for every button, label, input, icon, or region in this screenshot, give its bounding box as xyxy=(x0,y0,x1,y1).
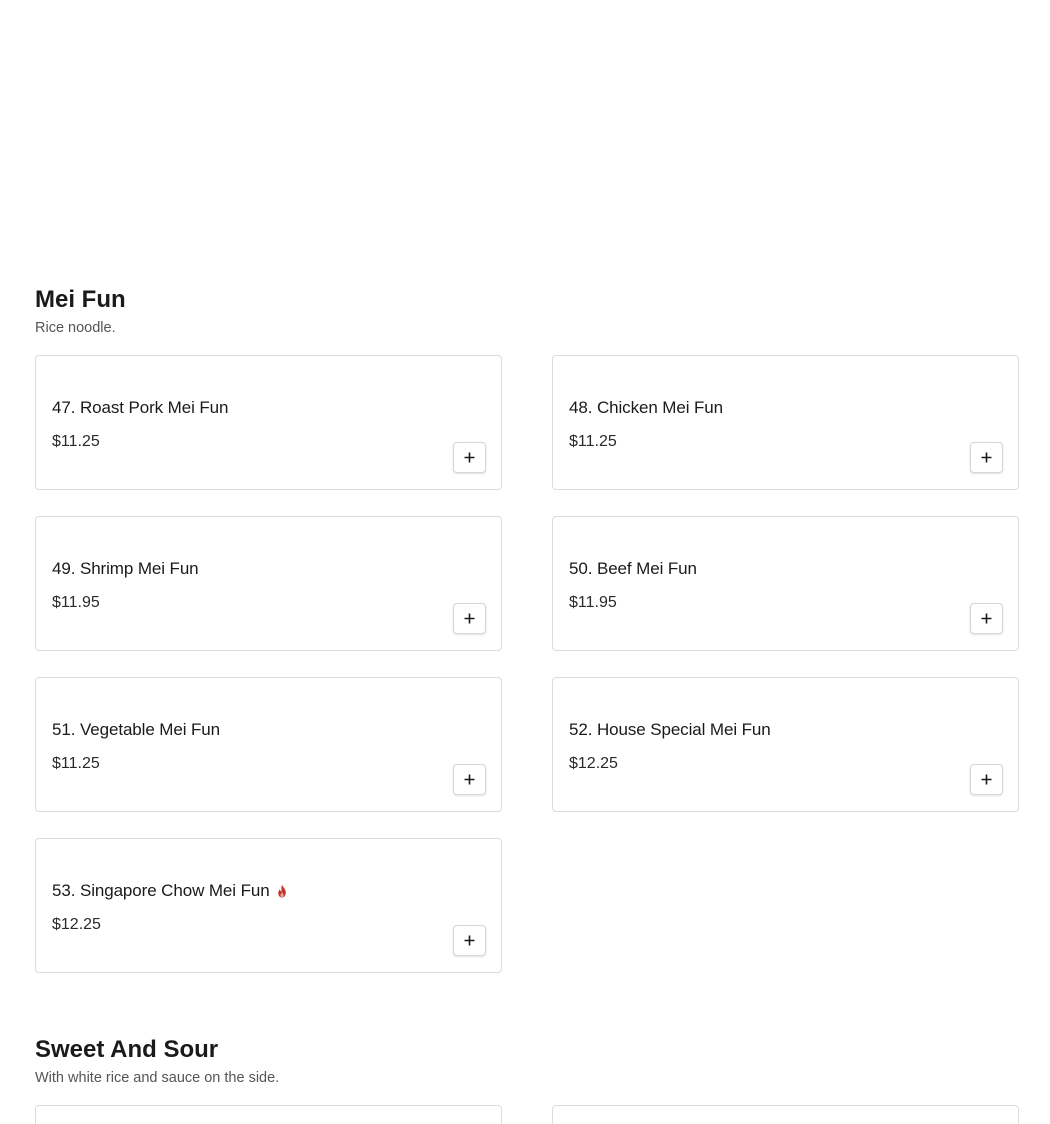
add-to-cart-button[interactable] xyxy=(970,764,1003,795)
plus-icon xyxy=(464,613,475,624)
add-to-cart-button[interactable] xyxy=(453,442,486,473)
add-to-cart-button[interactable] xyxy=(453,603,486,634)
menu-item-price: $11.95 xyxy=(569,594,617,611)
menu-item-card[interactable]: 47. Roast Pork Mei Fun $11.25 xyxy=(35,355,502,490)
plus-icon xyxy=(464,935,475,946)
menu-item-name: 52. House Special Mei Fun xyxy=(569,720,771,739)
menu-item-price: $11.25 xyxy=(52,433,100,450)
plus-icon xyxy=(981,452,992,463)
menu-item-card[interactable]: 53. Singapore Chow Mei Fun $12.25 xyxy=(35,838,502,973)
add-to-cart-button[interactable] xyxy=(970,603,1003,634)
plus-icon xyxy=(464,452,475,463)
add-to-cart-button[interactable] xyxy=(453,925,486,956)
menu-section-sweet-and-sour: Sweet And Sour With white rice and sauce… xyxy=(35,1036,1021,1087)
menu-item-price: $11.95 xyxy=(52,594,100,611)
menu-item-name: 48. Chicken Mei Fun xyxy=(569,398,724,417)
plus-icon xyxy=(981,774,992,785)
plus-icon xyxy=(981,613,992,624)
menu-item-name: 50. Beef Mei Fun xyxy=(569,559,697,578)
menu-item-price: $11.25 xyxy=(52,755,100,772)
menu-item-card[interactable] xyxy=(35,1105,502,1124)
add-to-cart-button[interactable] xyxy=(970,442,1003,473)
menu-item-price: $12.25 xyxy=(52,916,101,933)
section-description: With white rice and sauce on the side. xyxy=(35,1070,280,1086)
menu-item-name: 49. Shrimp Mei Fun xyxy=(52,559,199,578)
menu-item-card[interactable]: 51. Vegetable Mei Fun $11.25 xyxy=(35,677,502,812)
menu-item-card[interactable] xyxy=(552,1105,1019,1124)
menu-item-price: $11.25 xyxy=(569,433,617,450)
add-to-cart-button[interactable] xyxy=(453,764,486,795)
flame-icon xyxy=(277,884,286,898)
menu-section-mei-fun: Mei Fun Rice noodle. xyxy=(35,286,1021,337)
menu-page: Mei Fun Rice noodle. 47. Roast Pork Mei … xyxy=(0,0,1050,1124)
menu-item-card[interactable]: 49. Shrimp Mei Fun $11.95 xyxy=(35,516,502,651)
section-title: Sweet And Sour xyxy=(35,1036,219,1063)
menu-item-card[interactable]: 48. Chicken Mei Fun $11.25 xyxy=(552,355,1019,490)
section-title: Mei Fun xyxy=(35,286,126,313)
menu-item-name: 47. Roast Pork Mei Fun xyxy=(52,398,229,417)
plus-icon xyxy=(464,774,475,785)
menu-item-name: 53. Singapore Chow Mei Fun xyxy=(52,881,288,901)
menu-item-name: 51. Vegetable Mei Fun xyxy=(52,720,221,739)
menu-item-price: $12.25 xyxy=(569,755,618,772)
menu-item-card[interactable]: 50. Beef Mei Fun $11.95 xyxy=(552,516,1019,651)
section-description: Rice noodle. xyxy=(35,320,116,336)
menu-item-card[interactable]: 52. House Special Mei Fun $12.25 xyxy=(552,677,1019,812)
